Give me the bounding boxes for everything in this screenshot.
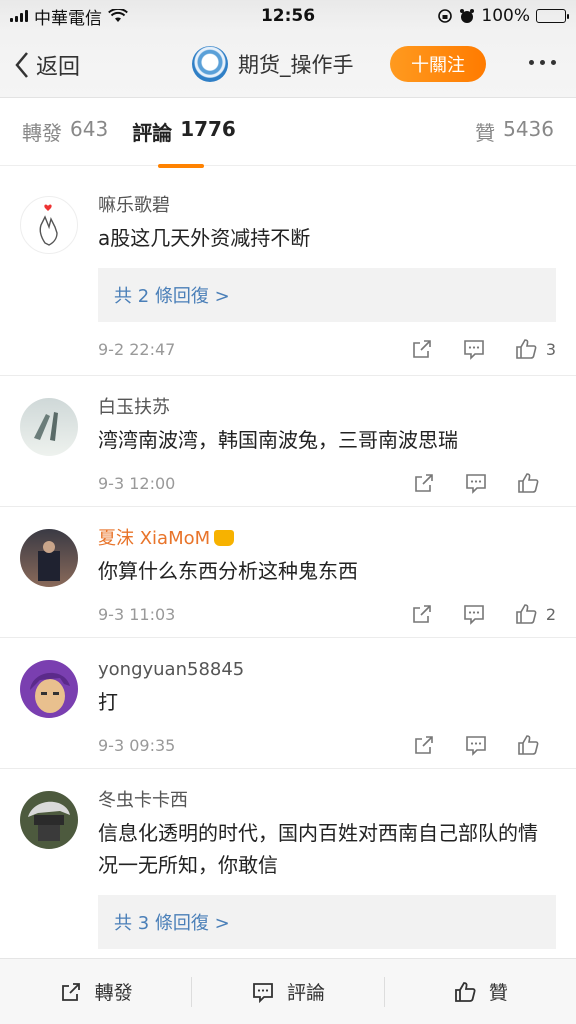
share-icon[interactable] [412, 733, 436, 757]
crown-badge-icon [214, 530, 235, 546]
comment-date: 9-3 11:03 [98, 604, 176, 624]
like-button[interactable] [516, 733, 556, 757]
like-button[interactable]: 3 [514, 337, 556, 361]
avatar [192, 46, 228, 82]
thumbs-up-icon [454, 981, 476, 1002]
comment-text: 信息化透明的时代，国内百姓对西南自己部队的情况一无所知，你敢信 [98, 821, 538, 877]
username[interactable]: 冬虫卡卡西 [98, 787, 556, 815]
username-text: 夏沫 XiaMoM [98, 528, 211, 549]
avatar[interactable] [20, 529, 78, 587]
like-count: 2 [545, 604, 556, 624]
view-replies-link[interactable]: 共 2 條回復 > [98, 268, 556, 322]
avatar[interactable] [20, 791, 78, 849]
username[interactable]: 夏沫 XiaMoM [98, 525, 556, 553]
avatar[interactable] [20, 398, 78, 456]
tab-bar: 轉發 643 評論 1776 贊 5436 [0, 98, 576, 168]
comment-text: a股这几天外资减持不断 [98, 226, 311, 250]
repost-label: 轉發 [94, 982, 133, 1004]
comment-text: 打 [98, 690, 118, 714]
nav-bar: 返回 期货_操作手 十關注 [0, 32, 576, 98]
comment-date: 9-3 09:35 [98, 735, 176, 755]
username[interactable]: yongyuan58845 [98, 656, 556, 684]
back-button[interactable]: 返回 [14, 49, 80, 81]
comment-item: 嘛乐歌碧 a股这几天外资减持不断 共 2 條回復 > 9-2 22:47 3 [0, 174, 576, 376]
more-icon[interactable] [529, 60, 556, 65]
clock: 12:56 [260, 6, 316, 26]
profile-header[interactable]: 期货_操作手 [192, 46, 354, 82]
repost-button[interactable]: 轉發 [0, 978, 191, 1005]
share-icon[interactable] [410, 337, 434, 361]
thumbs-up-icon [516, 604, 537, 624]
tab-comments-count: 1776 [180, 117, 236, 141]
share-icon[interactable] [412, 471, 436, 495]
avatar[interactable] [20, 660, 78, 718]
battery-icon [536, 9, 569, 23]
avatar[interactable] [20, 196, 78, 254]
comment-label: 評論 [286, 982, 325, 1004]
share-icon [61, 982, 80, 1001]
comment-date: 9-2 22:47 [98, 339, 176, 359]
wifi-icon [108, 9, 128, 22]
tab-likes-count: 5436 [503, 117, 554, 141]
view-replies-link[interactable]: 共 3 條回復 > [98, 895, 556, 949]
thumbs-up-icon [518, 735, 539, 755]
follow-button[interactable]: 十關注 [390, 46, 486, 82]
tab-repost-count: 643 [70, 117, 109, 141]
thumbs-up-icon [518, 473, 539, 493]
like-button[interactable] [516, 471, 556, 495]
alarm-icon [460, 9, 475, 23]
reply-icon[interactable] [462, 602, 486, 626]
like-button[interactable]: 贊 [385, 978, 576, 1005]
page-title: 期货_操作手 [238, 53, 354, 77]
comment-item: 白玉扶苏 湾湾南波湾，韩国南波兔，三哥南波思瑞 9-3 12:00 [0, 376, 576, 507]
like-button[interactable]: 2 [514, 602, 556, 626]
comment-date: 9-3 12:00 [98, 473, 176, 493]
chevron-left-icon [15, 51, 28, 78]
username[interactable]: 白玉扶苏 [98, 394, 556, 422]
tab-likes[interactable]: 贊 5436 [475, 117, 554, 146]
back-label: 返回 [36, 54, 81, 80]
comment-item: 冬虫卡卡西 信息化透明的时代，国内百姓对西南自己部队的情况一无所知，你敢信 共 … [0, 769, 576, 969]
comment-button[interactable]: 評論 [192, 978, 383, 1005]
tab-comments-label: 評論 [132, 121, 173, 145]
status-bar: 中華電信 12:56 100% [0, 0, 576, 32]
like-count: 3 [545, 339, 556, 359]
tab-repost-label: 轉發 [22, 121, 62, 145]
tab-comments[interactable]: 評論 1776 [132, 117, 236, 168]
comment-item: 夏沫 XiaMoM 你算什么东西分析这种鬼东西 9-3 11:03 2 [0, 507, 576, 638]
tab-likes-label: 贊 [475, 121, 496, 145]
comment-item: yongyuan58845 打 9-3 09:35 [0, 638, 576, 769]
reply-icon[interactable] [462, 337, 486, 361]
battery-percent: 100% [481, 6, 530, 26]
reply-icon[interactable] [464, 733, 488, 757]
carrier: 中華電信 [34, 8, 102, 29]
thumbs-up-icon [516, 339, 537, 359]
comment-icon [253, 982, 273, 1003]
rotation-lock-icon [438, 9, 453, 23]
signal-icon [10, 10, 28, 22]
share-icon[interactable] [410, 602, 434, 626]
tab-repost[interactable]: 轉發 643 [22, 117, 108, 146]
comment-text: 你算什么东西分析这种鬼东西 [98, 559, 358, 583]
like-label: 贊 [488, 982, 508, 1004]
username[interactable]: 嘛乐歌碧 [98, 192, 556, 220]
bottom-action-bar: 轉發 評論 贊 [0, 958, 576, 1024]
comment-text: 湾湾南波湾，韩国南波兔，三哥南波思瑞 [98, 428, 458, 452]
reply-icon[interactable] [464, 471, 488, 495]
